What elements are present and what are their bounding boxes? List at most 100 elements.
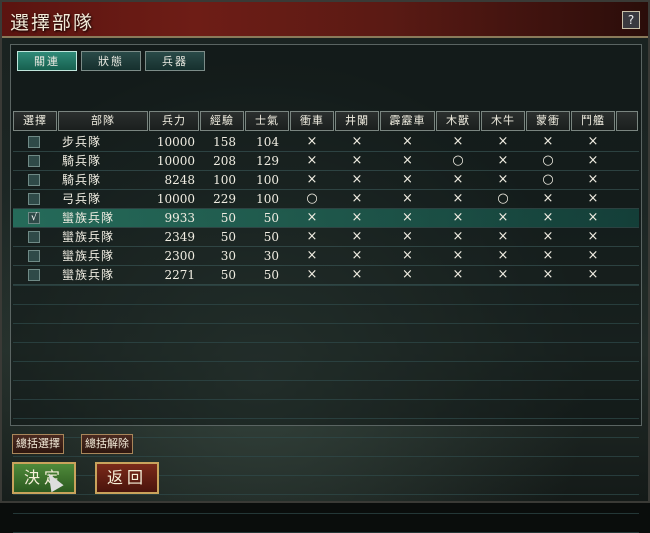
troops-value: 10000 [156,154,195,168]
weapon-mark: × [452,172,464,187]
exp-value: 50 [220,230,236,244]
troops-value: 2271 [164,268,195,282]
unit-select-window: 選擇部隊 ? 關連 狀態 兵器 選擇 部隊 兵力 經驗 士氣 衝車 井闌 霹靂車 木獸 木牛 蒙衝鬥… [0,0,650,533]
weapon-mark: × [402,134,413,149]
weapon-mark: × [587,229,599,244]
column-header-mengchong[interactable]: 蒙衝 [526,111,570,131]
weapon-mark: × [402,191,413,206]
unit-name: 弓兵隊 [62,192,102,206]
column-header-catapult[interactable]: 霹靂車 [380,111,435,131]
column-header-wooden-beast[interactable]: 木獸 [436,111,480,131]
weapon-mark: × [452,248,464,263]
unit-name: 蠻族兵隊 [62,249,115,263]
weapon-mark: × [542,134,554,149]
weapon-mark: × [402,210,413,225]
back-button[interactable]: 返回 [95,462,159,494]
row-checkbox[interactable] [28,250,40,262]
table-row[interactable]: 蠻族兵隊 2300 30 30 × × × × × × × [13,247,639,266]
morale-value: 104 [256,135,279,149]
weapon-mark: × [402,229,413,244]
weapon-mark: × [402,267,413,282]
table-row[interactable]: 騎兵隊 10000 208 129 × × × ○ × ○ × [13,152,639,171]
select-all-button[interactable]: 總括選擇 [12,434,64,454]
weapon-mark: × [542,229,554,244]
weapon-mark: × [351,229,363,244]
table-row[interactable]: √ 蠻族兵隊 9933 50 50 × × × × × × × [13,209,639,228]
morale-value: 100 [256,173,279,187]
weapon-mark: × [587,248,599,263]
table-row[interactable]: 步兵隊 10000 158 104 × × × × × × × [13,133,639,152]
exp-value: 30 [220,249,236,263]
weapon-mark: ○ [542,172,554,187]
empty-row-line [13,323,639,324]
exp-value: 50 [220,268,236,282]
weapon-mark: × [402,172,413,187]
help-button[interactable]: ? [622,11,640,29]
weapon-mark: × [351,172,363,187]
weapon-mark: × [402,153,413,168]
weapon-mark: × [351,210,363,225]
weapon-mark: × [351,267,363,282]
weapon-mark: × [542,210,554,225]
weapon-mark: ○ [306,191,318,206]
empty-row-line [13,304,639,305]
column-header-exp[interactable]: 經驗 [200,111,244,131]
weapon-mark: × [306,248,318,263]
exp-value: 158 [213,135,236,149]
weapon-mark: × [452,267,464,282]
column-header-siege-ram[interactable]: 衝車 [290,111,334,131]
weapon-mark: × [402,248,413,263]
empty-row-line [13,342,639,343]
row-checkbox[interactable] [28,193,40,205]
weapon-mark: × [497,210,509,225]
row-checkbox[interactable] [28,136,40,148]
deselect-all-button[interactable]: 總括解除 [81,434,133,454]
morale-value: 100 [256,192,279,206]
weapon-mark: × [542,267,554,282]
morale-value: 50 [263,230,279,244]
table-row[interactable]: 蠻族兵隊 2349 50 50 × × × × × × × [13,228,639,247]
column-header-siege-tower[interactable]: 井闌 [335,111,379,131]
weapon-mark: × [306,267,318,282]
weapon-mark: ○ [452,153,464,168]
weapon-mark: × [306,134,318,149]
empty-row-line [13,494,639,495]
table-row[interactable]: 蠻族兵隊 2271 50 50 × × × × × × × [13,266,639,285]
column-header-select[interactable]: 選擇 [13,111,57,131]
column-header-troops[interactable]: 兵力 [149,111,199,131]
weapon-mark: × [351,134,363,149]
column-header-wooden-ox[interactable]: 木牛 [481,111,525,131]
weapon-mark: × [587,191,599,206]
exp-value: 100 [213,173,236,187]
troops-value: 2349 [164,230,195,244]
weapon-mark: × [587,134,599,149]
window-title: 選擇部隊 [10,12,95,34]
weapon-mark: ○ [497,191,509,206]
row-checkbox[interactable] [28,231,40,243]
column-header-douxian[interactable]: 鬥艦 [571,111,615,131]
unit-name: 蠻族兵隊 [62,230,115,244]
tab-weapons[interactable]: 兵器 [145,51,205,71]
weapon-mark: × [542,248,554,263]
weapon-mark: × [452,191,464,206]
table-row[interactable]: 騎兵隊 8248 100 100 × × × × × ○ × [13,171,639,190]
unit-name: 步兵隊 [62,135,102,149]
table-row[interactable]: 弓兵隊 10000 229 100 ○ × × × ○ × × [13,190,639,209]
unit-name: 騎兵隊 [62,154,102,168]
troops-value: 10000 [156,135,195,149]
weapon-mark: × [587,153,599,168]
empty-row-line [13,513,639,514]
weapon-mark: × [587,210,599,225]
column-header-morale[interactable]: 士氣 [245,111,289,131]
unit-name: 騎兵隊 [62,173,102,187]
weapon-mark: × [497,267,509,282]
tab-relations[interactable]: 關連 [17,51,77,71]
weapon-mark: × [306,229,318,244]
column-header-unit[interactable]: 部隊 [58,111,148,131]
tab-status[interactable]: 狀態 [81,51,141,71]
row-checkbox[interactable]: √ [28,212,40,224]
row-checkbox[interactable] [28,155,40,167]
weapon-mark: ○ [542,153,554,168]
row-checkbox[interactable] [28,174,40,186]
row-checkbox[interactable] [28,269,40,281]
